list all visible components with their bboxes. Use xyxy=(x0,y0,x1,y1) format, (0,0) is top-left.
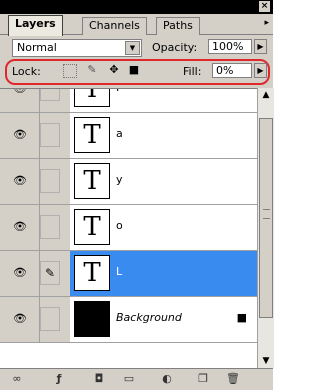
scroll-up-icon[interactable]: ▲ xyxy=(258,88,274,102)
layer-style-icon[interactable]: ƒ xyxy=(52,372,66,386)
background-thumbnail xyxy=(74,301,110,337)
layer-info: T L xyxy=(70,251,257,296)
eye-icon: 👁 xyxy=(13,312,27,325)
link-layers-icon[interactable]: ∞ xyxy=(10,372,24,386)
eye-icon: 👁 xyxy=(13,88,27,95)
lock-icon: ■ xyxy=(236,311,247,324)
scroll-thumb[interactable] xyxy=(259,118,273,318)
layer-name: o xyxy=(116,219,123,232)
panel-titlebar: × xyxy=(0,0,273,14)
layer-list: 👁 T I 👁 T a 👁 T y 👁 xyxy=(0,88,257,369)
eye-icon: 👁 xyxy=(13,220,27,233)
mask-icon[interactable]: ◘ xyxy=(92,372,106,386)
tab-paths[interactable]: Paths xyxy=(156,17,200,35)
opacity-field[interactable]: 100% xyxy=(208,39,252,54)
lock-label: Lock: xyxy=(12,65,41,78)
trash-icon[interactable]: 🗑 xyxy=(226,372,240,386)
layer-info: T o xyxy=(70,205,257,250)
layer-info: T I xyxy=(70,89,257,112)
layer-row-L[interactable]: 👁 ✎ T L xyxy=(0,251,257,297)
scroll-down-icon[interactable]: ▼ xyxy=(258,354,274,368)
layer-link-box[interactable] xyxy=(40,169,60,193)
fill-stepper-icon[interactable]: ▶ xyxy=(254,63,267,78)
transparency-lock-icon[interactable] xyxy=(63,64,77,78)
text-layer-thumbnail: T xyxy=(74,89,110,107)
blend-opacity-row: Normal ▼ Opacity: 100% ▶ xyxy=(0,36,273,58)
eye-icon: 👁 xyxy=(13,128,27,141)
move-lock-icon[interactable]: ✥ xyxy=(108,64,120,76)
new-layer-icon[interactable]: ❐ xyxy=(196,372,210,386)
panel-bottom-toolbar: ∞ ƒ ◘ ▭ ◐ ❐ 🗑 xyxy=(0,368,273,390)
visibility-toggle[interactable]: 👁 xyxy=(3,251,40,296)
fill-label: Fill: xyxy=(183,65,202,78)
eye-icon: 👁 xyxy=(13,174,27,187)
layer-name: L xyxy=(116,265,123,278)
blend-mode-value: Normal xyxy=(17,41,57,54)
layer-row-background[interactable]: 👁 Background ■ xyxy=(0,297,257,343)
chevron-down-icon[interactable]: ▼ xyxy=(125,41,140,55)
adjustment-layer-icon[interactable]: ◐ xyxy=(160,372,174,386)
eye-icon: 👁 xyxy=(13,266,27,279)
layers-panel: × Layers Channels Paths ▸ Normal ▼ Opaci… xyxy=(0,0,274,390)
layer-list-scrollbar[interactable]: ▲ ▼ xyxy=(257,88,274,368)
tab-channels[interactable]: Channels xyxy=(82,17,147,35)
blend-mode-select[interactable]: Normal ▼ xyxy=(12,39,142,57)
opacity-label: Opacity: xyxy=(152,41,198,54)
visibility-toggle[interactable]: 👁 xyxy=(3,205,40,250)
padlock-icon[interactable]: ■ xyxy=(128,64,140,76)
text-layer-thumbnail: T xyxy=(74,255,110,291)
layer-info: T y xyxy=(70,159,257,204)
visibility-toggle[interactable]: 👁 xyxy=(3,297,40,342)
new-group-icon[interactable]: ▭ xyxy=(122,372,136,386)
tab-layers[interactable]: Layers xyxy=(8,15,63,36)
layer-name: a xyxy=(116,127,123,140)
fill-field[interactable]: 0% xyxy=(212,63,252,78)
grip-icon xyxy=(263,209,270,219)
layer-row-o[interactable]: 👁 T o xyxy=(0,205,257,251)
visibility-toggle[interactable]: 👁 xyxy=(3,113,40,158)
layer-name: I xyxy=(116,89,119,94)
text-layer-thumbnail: T xyxy=(74,209,110,245)
brush-lock-icon[interactable]: ✎ xyxy=(86,64,98,76)
opacity-stepper-icon[interactable]: ▶ xyxy=(254,39,267,54)
layer-link-box[interactable] xyxy=(40,215,60,239)
layer-link-box[interactable] xyxy=(40,89,60,101)
layer-link-box[interactable] xyxy=(40,307,60,331)
brush-icon[interactable]: ✎ xyxy=(40,261,60,285)
visibility-toggle[interactable]: 👁 xyxy=(3,88,40,112)
layer-row-y[interactable]: 👁 T y xyxy=(0,159,257,205)
text-layer-thumbnail: T xyxy=(74,163,110,199)
layer-row-I[interactable]: 👁 T I xyxy=(0,88,257,113)
layer-info: Background ■ xyxy=(70,297,257,342)
text-layer-thumbnail: T xyxy=(74,117,110,153)
layer-name: Background xyxy=(116,311,182,324)
layer-row-a[interactable]: 👁 T a xyxy=(0,113,257,159)
close-icon[interactable]: × xyxy=(259,1,270,12)
visibility-toggle[interactable]: 👁 xyxy=(3,159,40,204)
layer-info: T a xyxy=(70,113,257,158)
panel-tabs: Layers Channels Paths ▸ xyxy=(0,14,273,36)
layer-name: y xyxy=(116,173,123,186)
layer-link-box[interactable] xyxy=(40,123,60,147)
panel-menu-icon[interactable]: ▸ xyxy=(264,18,269,28)
